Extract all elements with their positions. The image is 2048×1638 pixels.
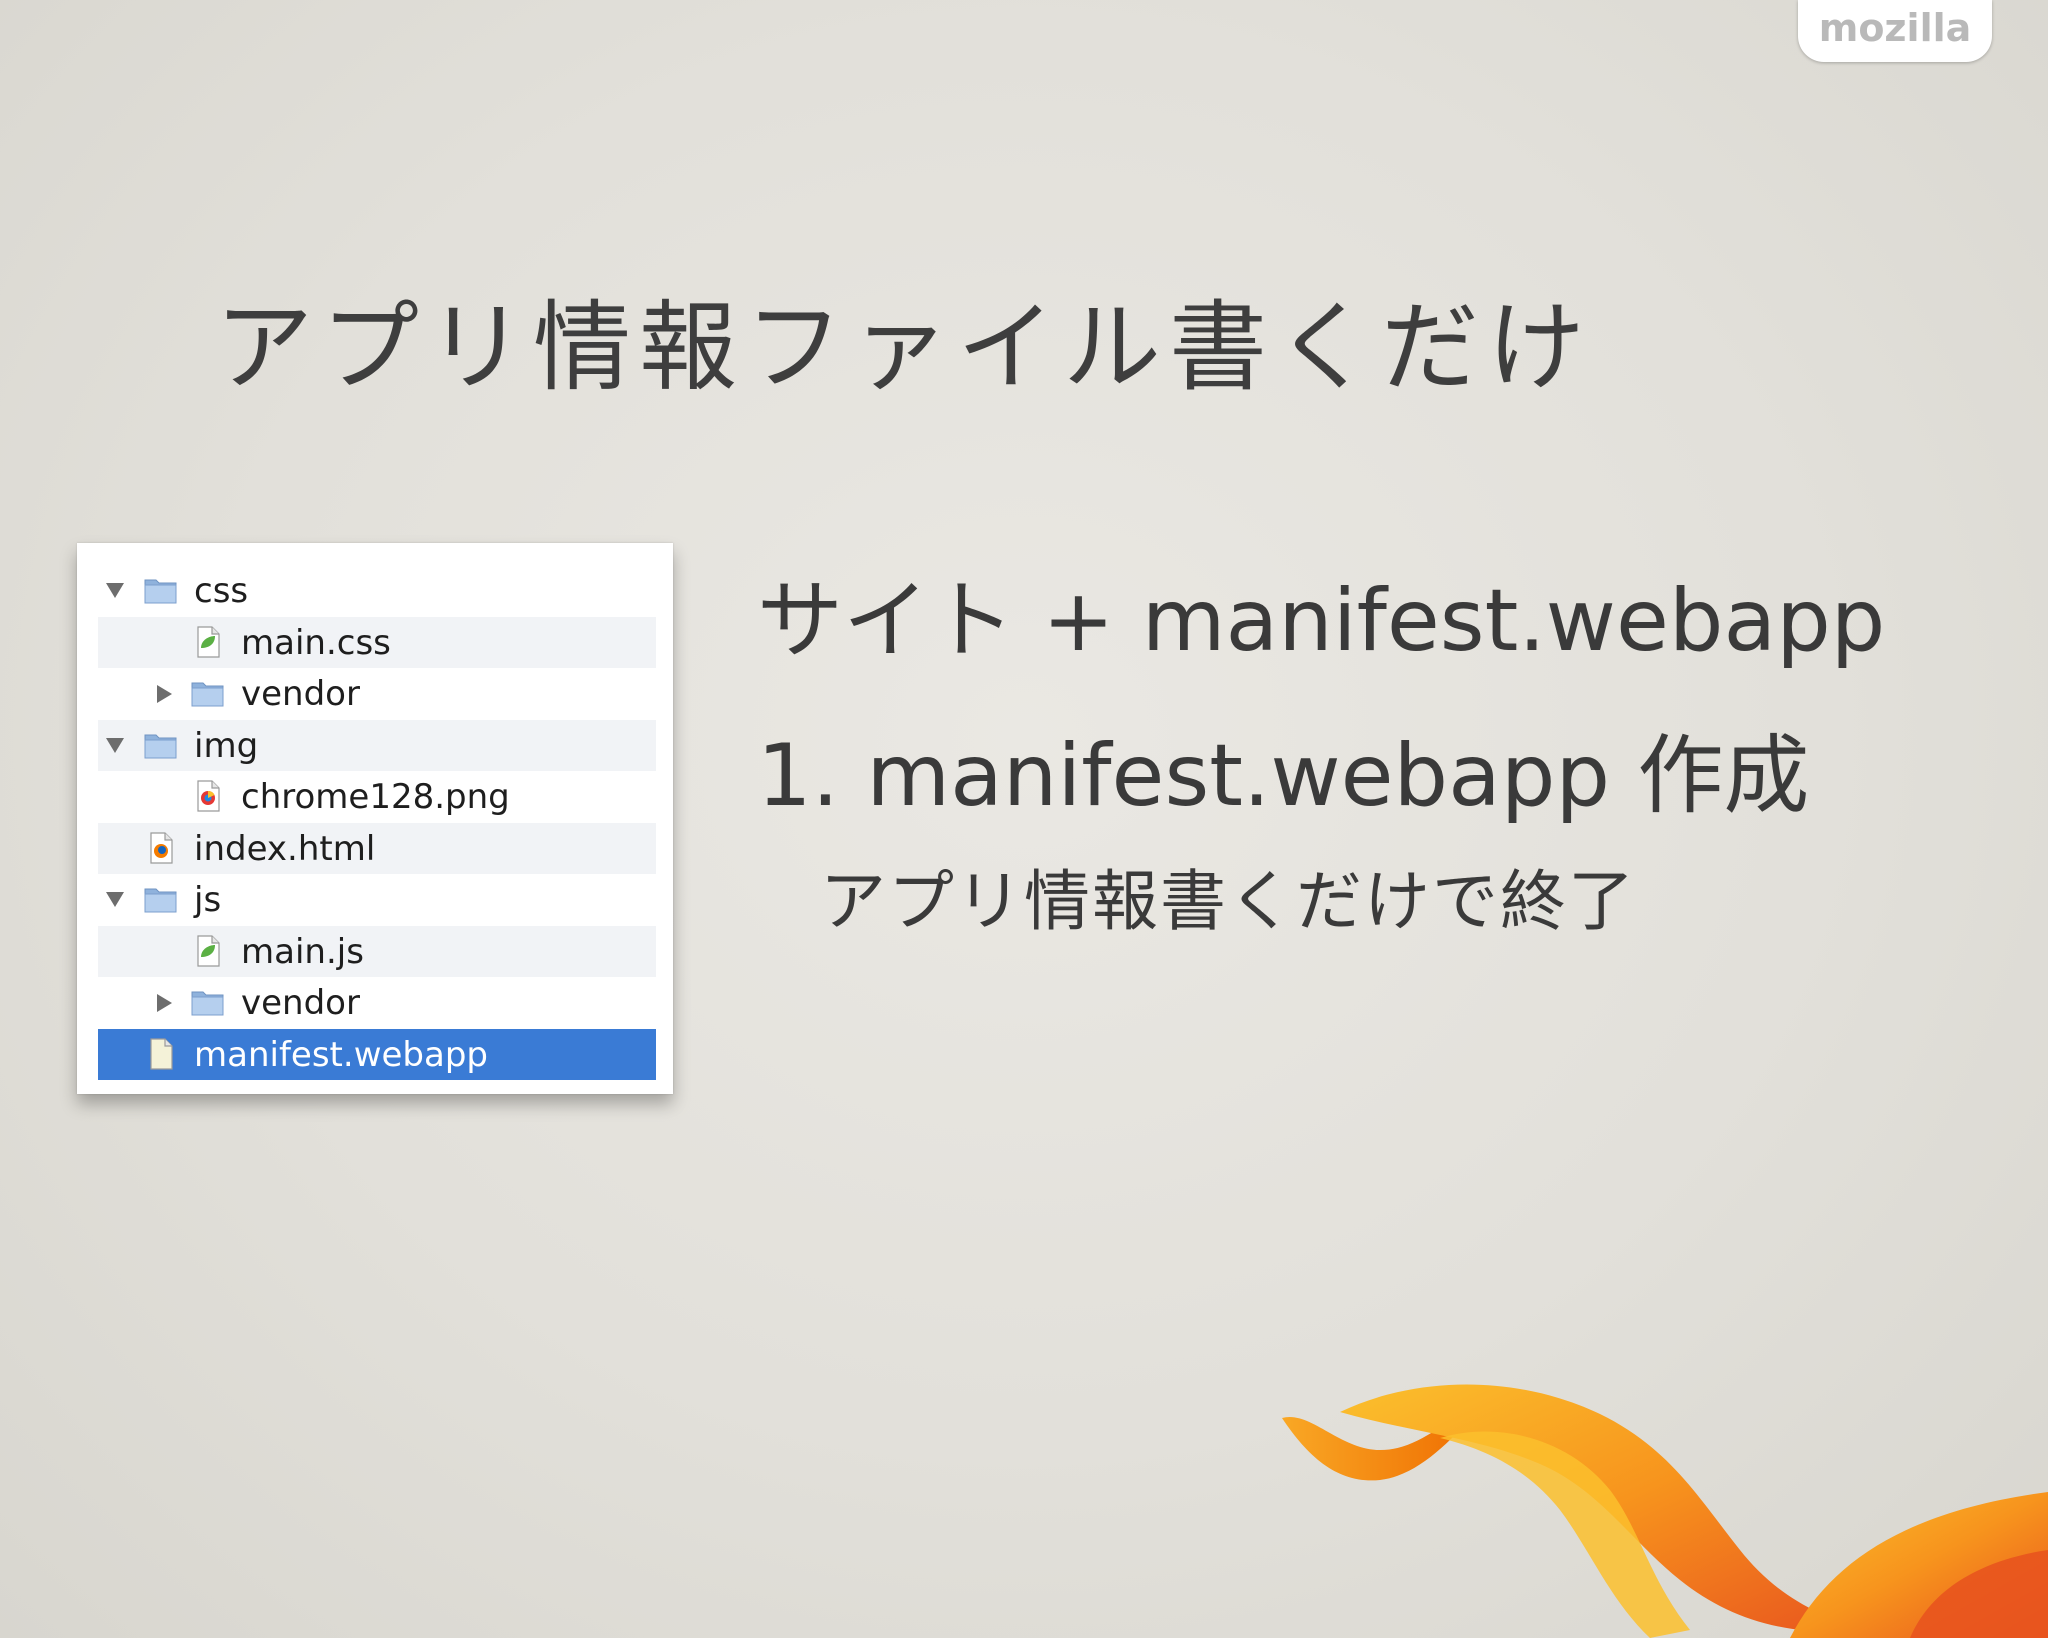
file-icon	[191, 625, 225, 667]
tree-row-main-css[interactable]: main.css	[98, 616, 656, 668]
bullet-sub-write-app-info: アプリ情報書くだけで終了	[820, 863, 1636, 940]
tree-row-label: vendor	[241, 983, 360, 1023]
tree-row-label: js	[194, 880, 222, 920]
slide-title: アプリ情報ファイル書くだけ	[215, 291, 1594, 405]
tree-row-label: main.css	[241, 622, 391, 663]
file-tree: css main.css vendor img chrome128.png index.h…	[98, 565, 656, 1080]
file-icon	[144, 1037, 178, 1079]
file-icon	[191, 780, 225, 821]
tree-row-vendor[interactable]: vendor	[98, 977, 656, 1029]
firefox-flame-decoration	[1282, 1384, 2048, 1638]
file-icon	[144, 831, 178, 873]
tree-row-label: img	[194, 725, 259, 766]
mozilla-brand-tab: mozilla	[1798, 0, 1992, 62]
disclosure-triangle-closed-icon[interactable]	[157, 685, 172, 703]
folder-icon	[144, 574, 178, 615]
bullet-site-plus-manifest: サイト + manifest.webapp	[757, 571, 1886, 671]
folder-icon	[144, 883, 178, 924]
tree-row-label: main.js	[241, 931, 364, 972]
tree-row-label: chrome128.png	[241, 777, 510, 817]
tree-row-manifest-webapp[interactable]: manifest.webapp	[98, 1028, 656, 1080]
tree-row-label: css	[194, 571, 249, 611]
disclosure-triangle-open-icon[interactable]	[106, 892, 124, 907]
tree-row-main-js[interactable]: main.js	[98, 925, 656, 977]
tree-row-label: manifest.webapp	[194, 1034, 488, 1075]
tree-row-label: vendor	[241, 674, 360, 714]
disclosure-triangle-open-icon[interactable]	[106, 737, 124, 753]
tree-row-img[interactable]: img	[98, 719, 656, 771]
file-tree-panel: css main.css vendor img chrome128.png index.h…	[77, 543, 673, 1094]
tree-row-js[interactable]: js	[98, 874, 656, 926]
tree-row-index-html[interactable]: index.html	[98, 822, 656, 874]
tree-row-css[interactable]: css	[98, 565, 656, 617]
folder-icon	[144, 729, 178, 770]
bullet-step-create-manifest: 1. manifest.webapp 作成	[757, 726, 1810, 826]
disclosure-triangle-open-icon[interactable]	[106, 583, 124, 598]
tree-row-vendor[interactable]: vendor	[98, 668, 656, 720]
disclosure-triangle-closed-icon[interactable]	[157, 994, 172, 1012]
file-icon	[191, 934, 225, 976]
folder-icon	[191, 677, 225, 718]
tree-row-label: index.html	[194, 828, 376, 869]
mozilla-wordmark: mozilla	[1818, 6, 1972, 50]
folder-icon	[191, 986, 225, 1027]
tree-row-chrome128-png[interactable]: chrome128.png	[98, 771, 656, 823]
